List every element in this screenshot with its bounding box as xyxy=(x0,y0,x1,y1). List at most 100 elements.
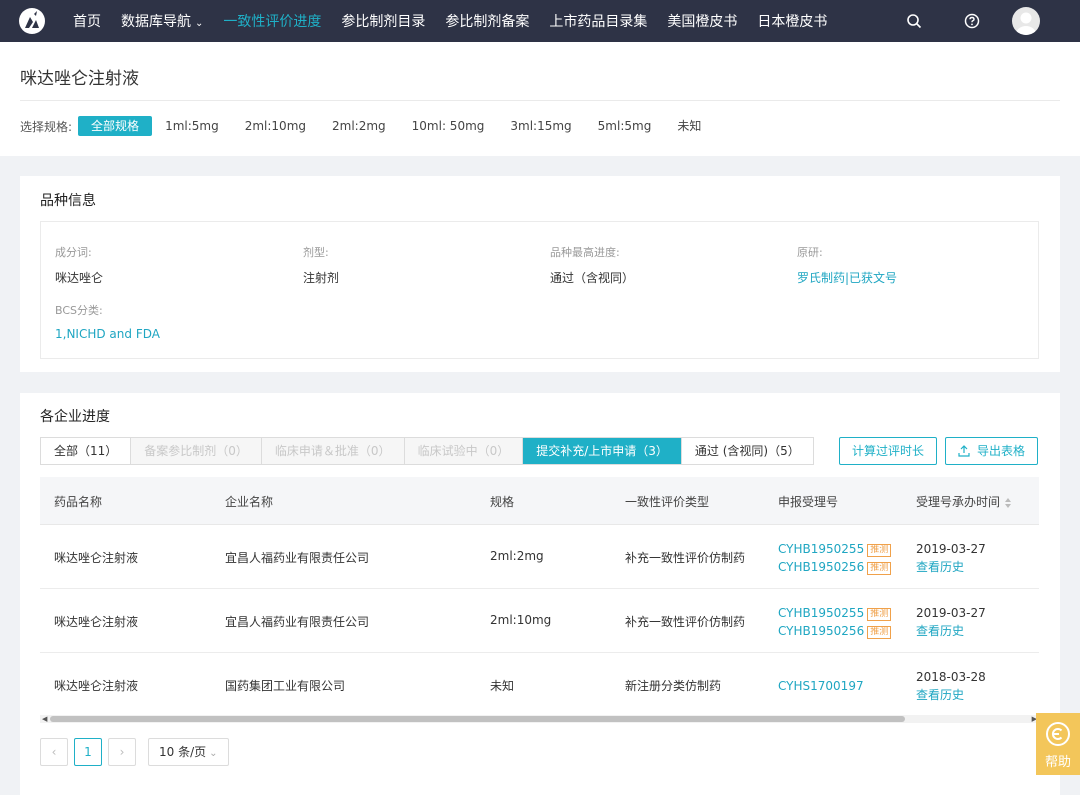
upload-icon xyxy=(958,445,970,457)
field-label: 成分词: xyxy=(55,246,92,259)
variety-info-box: 成分词: 咪达唑仑 剂型: 注射剂 品种最高进度: 通过（含视同） 原研: 罗氏… xyxy=(40,221,1039,359)
spec-filter: 选择规格: 全部规格 1ml:5mg 2ml:10mg 2ml:2mg 10ml… xyxy=(20,116,714,136)
table-row: 咪达唑仑注射液 宜昌人福药业有限责任公司 2ml:2mg 补充一致性评价仿制药 … xyxy=(40,525,1039,589)
nav-jp-orange-book[interactable]: 日本橙皮书 xyxy=(757,11,827,31)
scrollbar-thumb[interactable] xyxy=(50,716,905,722)
scroll-left-icon[interactable]: ◀ xyxy=(42,715,47,723)
field-value: 通过（含视同） xyxy=(550,271,635,285)
view-history-link[interactable]: 查看历史 xyxy=(916,622,986,640)
spec-option[interactable]: 1ml:5mg xyxy=(152,116,232,136)
avatar[interactable] xyxy=(1012,7,1040,35)
field-ingredient: 成分词: 咪达唑仑 xyxy=(55,244,103,286)
spec-option-all[interactable]: 全部规格 xyxy=(78,116,153,136)
chevron-down-icon: ⌄ xyxy=(209,748,218,759)
spec-option[interactable]: 2ml:10mg xyxy=(232,116,319,136)
acceptance-number-link[interactable]: CYHS1700197 xyxy=(778,679,864,693)
logo[interactable] xyxy=(19,8,45,34)
next-page-button[interactable]: › xyxy=(108,738,136,766)
calc-duration-button[interactable]: 计算过评时长 xyxy=(839,437,938,465)
nav-us-orange-book[interactable]: 美国橙皮书 xyxy=(667,11,737,31)
spec-filter-label: 选择规格: xyxy=(20,119,73,134)
export-table-button[interactable]: 导出表格 xyxy=(945,437,1039,465)
inferred-badge: 推测 xyxy=(867,608,892,621)
help-float-button[interactable]: 帮助 xyxy=(1036,713,1080,775)
cell-date: 2019-03-27 查看历史 xyxy=(916,604,986,640)
cell-spec: 2ml:10mg xyxy=(490,613,552,627)
page-size-value: 10 条/页 xyxy=(159,745,207,759)
sort-icon[interactable] xyxy=(1004,497,1012,509)
page-title: 咪达唑仑注射液 xyxy=(20,69,139,89)
progress-tabs: 全部（11） 备案参比制剂（0） 临床申请＆批准（0） 临床试验中（0） 提交补… xyxy=(40,437,814,465)
acceptance-number-link[interactable]: CYHB1950255 xyxy=(778,606,864,620)
nav-home[interactable]: 首页 xyxy=(73,11,101,31)
tab-reference-filing: 备案参比制剂（0） xyxy=(131,438,262,464)
field-label: 品种最高进度: xyxy=(550,246,620,259)
spec-option[interactable]: 3ml:15mg xyxy=(497,116,584,136)
cell-drug: 咪达唑仑注射液 xyxy=(54,615,139,629)
export-table-label: 导出表格 xyxy=(977,444,1026,458)
acceptance-date: 2018-03-28 xyxy=(916,670,986,684)
nav-listed-drugs[interactable]: 上市药品目录集 xyxy=(549,11,647,31)
nav-reference-filing[interactable]: 参比制剂备案 xyxy=(445,11,529,31)
cell-type: 补充一致性评价仿制药 xyxy=(625,551,746,565)
spec-option[interactable]: 5ml:5mg xyxy=(585,116,665,136)
acceptance-date: 2019-03-27 xyxy=(916,542,986,556)
bcs-link[interactable]: 1,NICHD and FDA xyxy=(55,327,160,341)
original-link[interactable]: 罗氏制药|已获文号 xyxy=(797,269,897,286)
field-original: 原研: 罗氏制药|已获文号 xyxy=(797,244,897,286)
page-size-select[interactable]: 10 条/页 ⌄ xyxy=(148,738,229,766)
cell-numbers: CYHS1700197 xyxy=(778,677,864,695)
tab-passed[interactable]: 通过 (含视同)（5） xyxy=(682,438,813,464)
acceptance-number-link[interactable]: CYHB1950255 xyxy=(778,542,864,556)
field-dosage-form: 剂型: 注射剂 xyxy=(303,244,339,286)
cell-drug: 咪达唑仑注射液 xyxy=(54,551,139,565)
view-history-link[interactable]: 查看历史 xyxy=(916,686,986,704)
prev-page-button[interactable]: ‹ xyxy=(40,738,68,766)
field-value: 注射剂 xyxy=(303,271,340,285)
cell-company: 国药集团工业有限公司 xyxy=(225,679,346,693)
cell-spec: 2ml:2mg xyxy=(490,549,544,563)
help-circle-icon[interactable] xyxy=(962,11,982,31)
help-icon xyxy=(1046,722,1070,746)
header-panel: 咪达唑仑注射液 选择规格: 全部规格 1ml:5mg 2ml:10mg 2ml:… xyxy=(0,42,1080,156)
field-label: BCS分类: xyxy=(55,304,103,317)
nav-database[interactable]: 数据库导航 ⌄ xyxy=(121,11,203,31)
spec-option[interactable]: 10ml: 50mg xyxy=(399,116,498,136)
field-label: 原研: xyxy=(797,246,823,259)
cell-date: 2019-03-27 查看历史 xyxy=(916,540,986,576)
page-1-button[interactable]: 1 xyxy=(74,738,102,766)
tab-supplement-application[interactable]: 提交补充/上市申请（3） xyxy=(523,438,682,464)
spec-option[interactable]: 2ml:2mg xyxy=(319,116,399,136)
cell-numbers: CYHB1950255 推测 CYHB1950256 推测 xyxy=(778,604,892,640)
cell-date: 2018-03-28 查看历史 xyxy=(916,668,986,704)
tab-clinical-trial: 临床试验中（0） xyxy=(404,438,524,464)
variety-info-title: 品种信息 xyxy=(40,193,96,209)
nav-reference-catalog[interactable]: 参比制剂目录 xyxy=(341,11,425,31)
inferred-badge: 推测 xyxy=(867,562,892,575)
search-icon[interactable] xyxy=(904,11,924,31)
progress-table: 药品名称 企业名称 规格 一致性评价类型 申报受理号 受理号承办时间 咪达唑仑注… xyxy=(40,477,1039,717)
field-bcs: BCS分类: 1,NICHD and FDA xyxy=(55,302,160,341)
column-header: 企业名称 xyxy=(225,495,274,509)
column-header-sortable[interactable]: 受理号承办时间 xyxy=(916,493,1012,510)
pagination: ‹ 1 › 10 条/页 ⌄ xyxy=(40,738,229,766)
inferred-badge: 推测 xyxy=(867,626,892,639)
acceptance-number-link[interactable]: CYHB1950256 xyxy=(778,560,864,574)
nav-database-label: 数据库导航 xyxy=(121,14,191,30)
table-header: 药品名称 企业名称 规格 一致性评价类型 申报受理号 受理号承办时间 xyxy=(40,477,1039,525)
horizontal-scrollbar[interactable]: ◀ ▶ xyxy=(40,715,1039,723)
divider xyxy=(20,100,1060,101)
tab-clinical-application: 临床申请＆批准（0） xyxy=(261,438,405,464)
view-history-link[interactable]: 查看历史 xyxy=(916,558,986,576)
spec-option[interactable]: 未知 xyxy=(664,116,714,136)
acceptance-date: 2019-03-27 xyxy=(916,606,986,620)
acceptance-number-link[interactable]: CYHB1950256 xyxy=(778,624,864,638)
cell-type: 新注册分类仿制药 xyxy=(625,679,722,693)
nav-consistency-progress[interactable]: 一致性评价进度 xyxy=(223,11,321,31)
chevron-down-icon: ⌄ xyxy=(195,18,204,29)
cell-type: 补充一致性评价仿制药 xyxy=(625,615,746,629)
column-header: 申报受理号 xyxy=(778,495,839,509)
variety-info-card: 品种信息 成分词: 咪达唑仑 剂型: 注射剂 品种最高进度: 通过（含视同） 原… xyxy=(20,176,1060,372)
inferred-badge: 推测 xyxy=(867,544,892,557)
tab-all[interactable]: 全部（11） xyxy=(41,438,132,464)
